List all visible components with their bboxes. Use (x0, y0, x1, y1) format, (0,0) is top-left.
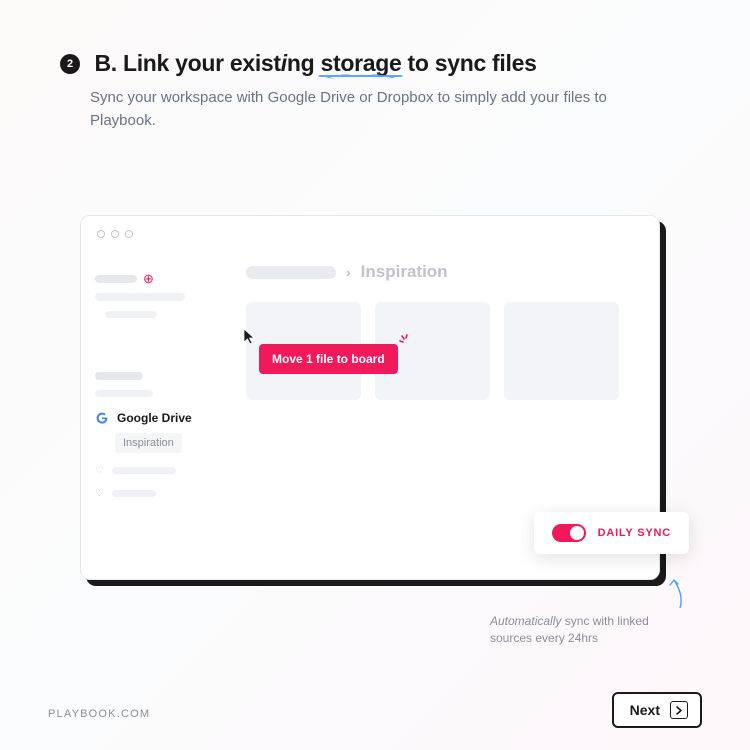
breadcrumb: › Inspiration (246, 262, 637, 282)
drag-tooltip: Move 1 file to board (259, 344, 398, 374)
daily-sync-label: DAILY SYNC (598, 527, 671, 539)
step-number-badge: 2 (60, 54, 80, 74)
cursor-icon (243, 328, 257, 346)
arrow-annotation-icon (660, 575, 690, 610)
skeleton-line (112, 490, 156, 497)
chevron-right-icon: › (346, 264, 351, 280)
daily-sync-card: DAILY SYNC (534, 512, 689, 554)
title-text: to sync files (401, 50, 536, 76)
title-text: B. Link your exist (94, 50, 280, 76)
google-drive-label: Google Drive (117, 411, 192, 425)
skeleton-line (95, 372, 143, 380)
chevron-right-icon (670, 701, 688, 719)
skeleton-line (112, 467, 176, 474)
page-title: B. Link your existing storage to sync fi… (94, 50, 536, 76)
helper-italic: Automatically (490, 614, 561, 628)
window-dot-icon (97, 230, 105, 238)
heart-icon: ♡ (95, 488, 104, 499)
skeleton-line (95, 390, 153, 397)
google-icon (95, 411, 109, 425)
page-subtitle: Sync your workspace with Google Drive or… (90, 87, 630, 132)
sidebar: ⊕ Google Drive Inspiration ♡ ♡ (81, 252, 236, 575)
helper-text: Automatically sync with linked sources e… (490, 613, 690, 648)
window-controls (81, 216, 659, 252)
sidebar-item[interactable]: ♡ (95, 465, 222, 476)
breadcrumb-parent[interactable] (246, 266, 336, 279)
next-button-label: Next (630, 702, 660, 718)
board-card[interactable] (504, 302, 619, 400)
skeleton-line (95, 293, 185, 301)
spark-icon (398, 334, 412, 348)
sidebar-item[interactable]: ♡ (95, 488, 222, 499)
drag-tooltip-label: Move 1 file to board (272, 352, 385, 366)
skeleton-line (105, 311, 157, 318)
next-button[interactable]: Next (612, 692, 702, 728)
skeleton-line (95, 275, 137, 283)
sidebar-item-inspiration[interactable]: Inspiration (115, 433, 182, 453)
title-text: ng (287, 50, 321, 76)
heart-icon: ♡ (95, 465, 104, 476)
footer-brand: PLAYBOOK.COM (48, 708, 150, 720)
window-dot-icon (125, 230, 133, 238)
daily-sync-toggle[interactable] (552, 524, 586, 542)
app-window: ⊕ Google Drive Inspiration ♡ ♡ (80, 215, 660, 580)
title-underlined: storage (320, 50, 401, 77)
sidebar-item-google-drive[interactable]: Google Drive (95, 411, 222, 425)
window-dot-icon (111, 230, 119, 238)
plus-icon[interactable]: ⊕ (143, 272, 154, 285)
breadcrumb-current: Inspiration (361, 262, 448, 282)
